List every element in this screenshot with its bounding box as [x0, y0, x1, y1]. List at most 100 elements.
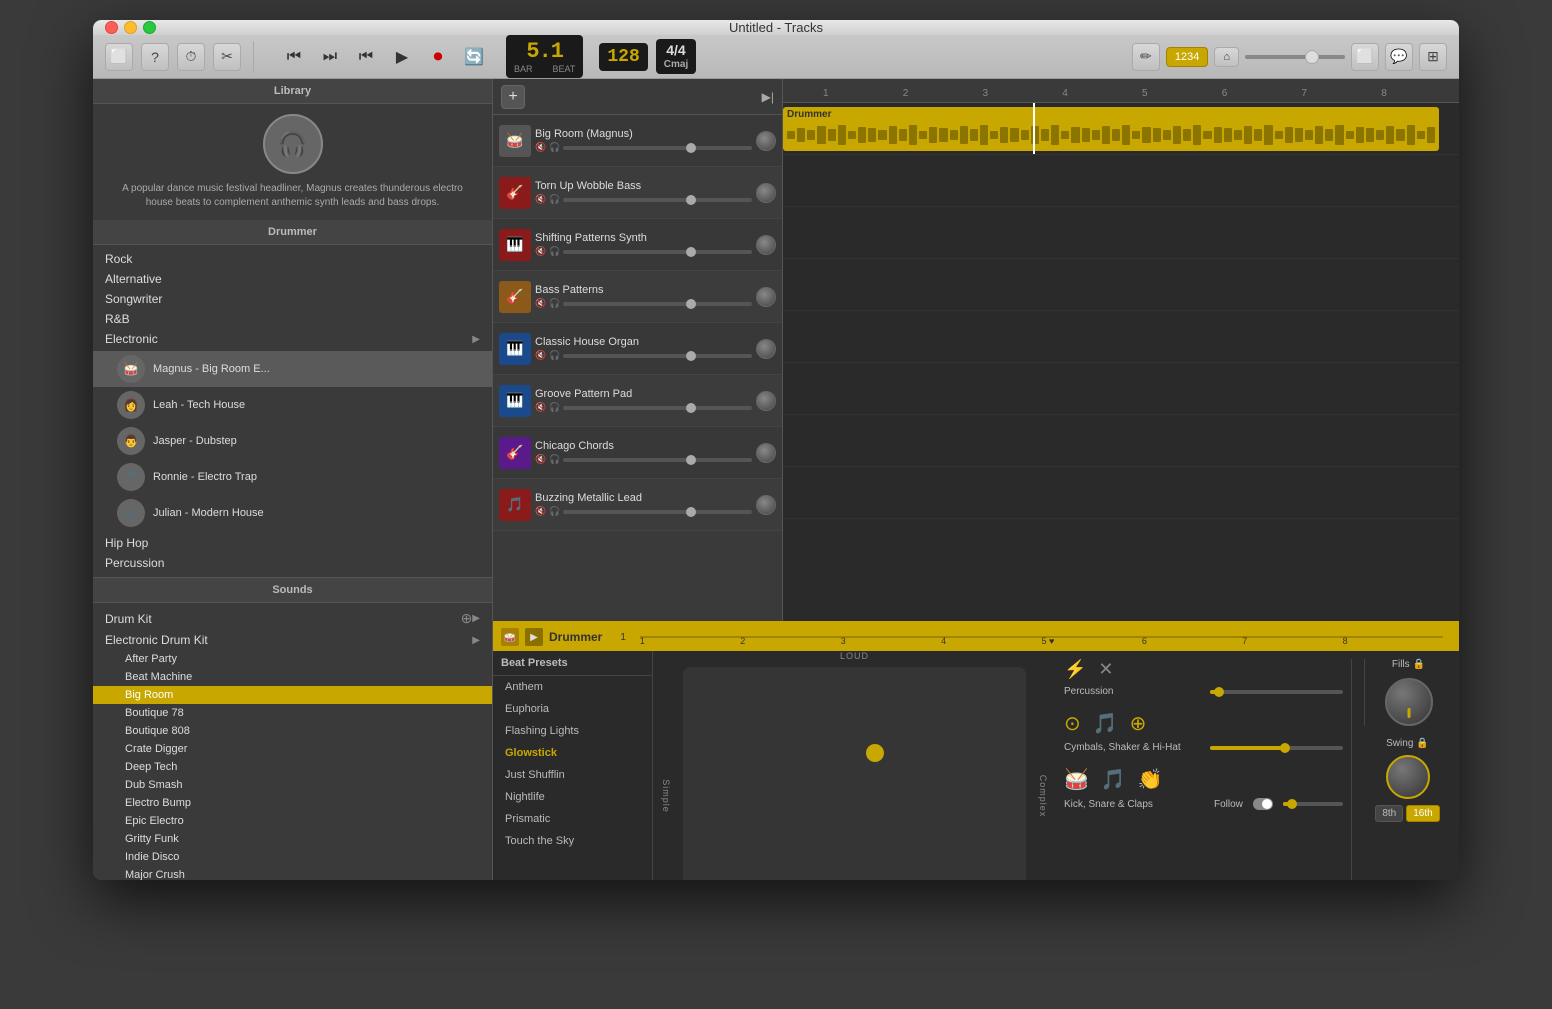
library-icon[interactable]: ⬜ — [105, 43, 133, 71]
track-knob-synth[interactable] — [756, 235, 776, 255]
scissors-icon[interactable]: ✂ — [213, 43, 241, 71]
sound-item-epic-electro[interactable]: Epic Electro — [93, 812, 492, 830]
mute-icon-5[interactable]: 🔇 — [535, 350, 546, 361]
drummer-item-julian[interactable]: 🎶 Julian - Modern House — [93, 495, 492, 531]
drummer-category-electronic[interactable]: Electronic ▶ — [93, 329, 492, 349]
mute-icon-4[interactable]: 🔇 — [535, 298, 546, 309]
close-button[interactable] — [105, 21, 118, 34]
hihat-icon[interactable]: ⊕ — [1130, 711, 1147, 736]
beat-preset-nightlife[interactable]: Nightlife — [493, 786, 652, 808]
beat-preset-touch-the-sky[interactable]: Touch the Sky — [493, 830, 652, 852]
mute-icon-2[interactable]: 🔇 — [535, 194, 546, 205]
drummer-category-alternative[interactable]: Alternative — [93, 269, 492, 289]
beat-preset-prismatic[interactable]: Prismatic — [493, 808, 652, 830]
chat-icon[interactable]: 💬 — [1385, 43, 1413, 71]
track-fader-lead[interactable] — [563, 510, 752, 514]
time-signature[interactable]: 4/4 Cmaj — [656, 39, 696, 73]
sound-item-deep-tech[interactable]: Deep Tech — [93, 758, 492, 776]
headphones-icon-4[interactable]: 🎧 — [549, 298, 560, 309]
track-knob-organ[interactable] — [756, 339, 776, 359]
headphones-icon-6[interactable]: 🎧 — [549, 402, 560, 413]
kick-slider[interactable] — [1283, 802, 1343, 806]
cycle-button[interactable]: 🔄 — [458, 43, 490, 71]
note-btn-16th[interactable]: 16th — [1406, 805, 1439, 822]
add-track-button[interactable]: + — [501, 85, 525, 109]
follow-toggle[interactable] — [1253, 798, 1273, 810]
beat-preset-euphoria[interactable]: Euphoria — [493, 698, 652, 720]
sound-item-indie-disco[interactable]: Indie Disco — [93, 848, 492, 866]
kick-icon[interactable]: 🥁 — [1064, 767, 1089, 792]
track-fader-bass[interactable] — [563, 302, 752, 306]
sound-item-after-party[interactable]: After Party — [93, 650, 492, 668]
note-btn-8th[interactable]: 8th — [1375, 805, 1403, 822]
flex-button[interactable]: ⌂ — [1214, 47, 1239, 67]
track-knob-bass[interactable] — [756, 287, 776, 307]
maximize-button[interactable] — [143, 21, 156, 34]
headphones-icon-2[interactable]: 🎧 — [549, 194, 560, 205]
smart-button[interactable]: 1234 — [1166, 47, 1208, 67]
drummer-item-jasper[interactable]: 👨 Jasper - Dubstep — [93, 423, 492, 459]
mute-icon-6[interactable]: 🔇 — [535, 402, 546, 413]
rewind-button[interactable]: ⏮ — [278, 43, 310, 71]
master-volume-slider[interactable] — [1245, 55, 1345, 59]
fills-lock-icon[interactable]: 🔒 — [1413, 659, 1425, 670]
lightning-icon[interactable]: ⚡ — [1064, 659, 1086, 680]
track-knob-lead[interactable] — [756, 495, 776, 515]
mute-icon[interactable]: 🔇 — [535, 142, 546, 153]
drummer-item-magnus[interactable]: 🥁 Magnus - Big Room E... — [93, 351, 492, 387]
minimize-button[interactable] — [124, 21, 137, 34]
drummer-item-leah[interactable]: 👩 Leah - Tech House — [93, 387, 492, 423]
cymbal-icon[interactable]: ⊙ — [1064, 711, 1081, 736]
maximize-view-icon[interactable]: ⬜ — [1351, 43, 1379, 71]
pencil-icon[interactable]: ✏ — [1132, 43, 1160, 71]
drummer-pad-area[interactable]: Loud Soft Simple Complex — [653, 651, 1056, 880]
snare-icon[interactable]: 🎵 — [1101, 767, 1126, 792]
track-fader-bigroom[interactable] — [563, 146, 752, 150]
clap-icon[interactable]: 👏 — [1138, 767, 1163, 792]
play-button[interactable]: ▶ — [386, 43, 418, 71]
sound-item-major-crush[interactable]: Major Crush — [93, 866, 492, 880]
headphones-icon-3[interactable]: 🎧 — [549, 246, 560, 257]
share-icon[interactable]: ⊞ — [1419, 43, 1447, 71]
track-fader-synth[interactable] — [563, 250, 752, 254]
sound-item-big-room[interactable]: Big Room — [93, 686, 492, 704]
record-button[interactable]: ⏺ — [422, 43, 454, 71]
track-knob-bigroom[interactable] — [756, 131, 776, 151]
track-knob-chords[interactable] — [756, 443, 776, 463]
sound-item-boutique-78[interactable]: Boutique 78 — [93, 704, 492, 722]
headphones-icon-5[interactable]: 🎧 — [549, 350, 560, 361]
sound-item-beat-machine[interactable]: Beat Machine — [93, 668, 492, 686]
track-fader-wobble[interactable] — [563, 198, 752, 202]
drummer-category-percussion[interactable]: Percussion — [93, 553, 492, 573]
help-icon[interactable]: ? — [141, 43, 169, 71]
beat-preset-flashing-lights[interactable]: Flashing Lights — [493, 720, 652, 742]
fills-knob[interactable] — [1385, 678, 1433, 726]
headphones-icon[interactable]: 🎧 — [549, 142, 560, 153]
drummer-region[interactable]: Drummer — [783, 107, 1439, 151]
metronome-icon[interactable]: ⏱ — [177, 43, 205, 71]
headphones-icon-7[interactable]: 🎧 — [549, 454, 560, 465]
go-to-start-button[interactable]: ⏮ — [350, 43, 382, 71]
track-knob-pad[interactable] — [756, 391, 776, 411]
track-fader-organ[interactable] — [563, 354, 752, 358]
pad-dot[interactable] — [866, 744, 884, 762]
x-icon[interactable]: ✕ — [1098, 659, 1113, 680]
drummer-category-hiphop[interactable]: Hip Hop — [93, 533, 492, 553]
sound-item-electro-bump[interactable]: Electro Bump — [93, 794, 492, 812]
maraca-icon[interactable]: 🎵 — [1093, 711, 1118, 736]
swing-lock-icon[interactable]: 🔒 — [1416, 738, 1428, 749]
tempo-display[interactable]: 128 — [599, 43, 647, 71]
drummer-category-rock[interactable]: Rock — [93, 249, 492, 269]
cymbals-slider[interactable] — [1210, 746, 1343, 750]
track-knob-wobble[interactable] — [756, 183, 776, 203]
sound-category-electronic-drumkit[interactable]: Electronic Drum Kit ▶ — [93, 630, 492, 650]
percussion-slider[interactable] — [1210, 690, 1343, 694]
mute-icon-3[interactable]: 🔇 — [535, 246, 546, 257]
track-fader-chords[interactable] — [563, 458, 752, 462]
drum-kit-add-icon[interactable]: ⊕ — [461, 610, 473, 627]
track-view-toggle[interactable]: ▶| — [762, 90, 774, 104]
beat-preset-anthem[interactable]: Anthem — [493, 676, 652, 698]
fast-forward-button[interactable]: ⏭ — [314, 43, 346, 71]
beat-preset-glowstick[interactable]: Glowstick — [493, 742, 652, 764]
mute-icon-7[interactable]: 🔇 — [535, 454, 546, 465]
